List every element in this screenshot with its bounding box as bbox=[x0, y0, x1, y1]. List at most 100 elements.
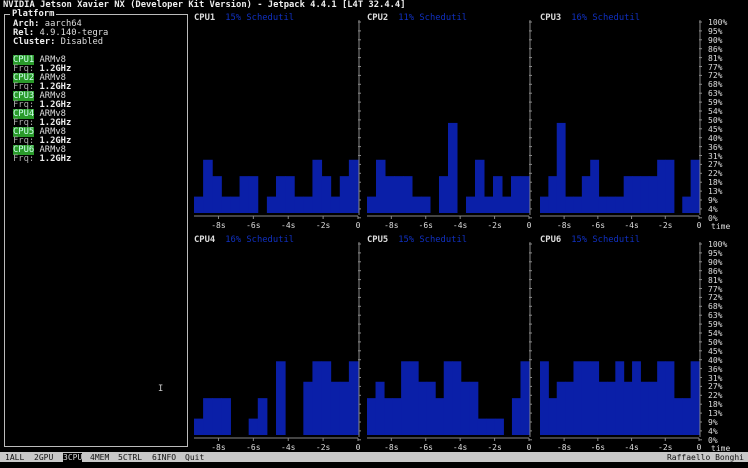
bottom-tab-bar: 1ALL 2GPU 3CPU 4MEM 5CTRL 6INFO Quit Raf… bbox=[0, 452, 748, 462]
y-tick-label: 86% bbox=[708, 44, 723, 54]
x-tick-label: -4s bbox=[453, 443, 468, 452]
cpu-graph-panel: CPU1 15% Schedutil -8s -6s -4s -2s 0 bbox=[192, 14, 362, 234]
usage-bar bbox=[615, 361, 625, 435]
cpu-graph-panel: CPU6 15% Schedutil -8s -6s -4s -2s 0 bbox=[538, 236, 703, 456]
usage-bar bbox=[426, 381, 436, 435]
usage-bar bbox=[665, 361, 675, 435]
usage-bar bbox=[421, 196, 431, 213]
tab-gpu[interactable]: 2GPU bbox=[34, 453, 53, 462]
y-tick-label: 9% bbox=[708, 418, 718, 427]
usage-bar bbox=[367, 398, 377, 435]
y-tick-label: 90% bbox=[708, 35, 723, 45]
usage-bar bbox=[392, 398, 402, 435]
y-tick-label: 45% bbox=[708, 346, 723, 356]
y-tick-label: 77% bbox=[708, 284, 723, 294]
x-tick-label: 0 bbox=[697, 221, 702, 230]
usage-bar bbox=[212, 176, 222, 213]
usage-bar bbox=[303, 196, 313, 213]
usage-bar bbox=[285, 176, 295, 213]
usage-bar bbox=[448, 122, 458, 213]
quit-button[interactable]: Quit bbox=[185, 453, 204, 462]
usage-bar bbox=[384, 398, 394, 435]
y-tick-label: 68% bbox=[708, 80, 723, 90]
usage-bar bbox=[375, 381, 385, 435]
y-tick-label: 81% bbox=[708, 53, 723, 63]
usage-bar bbox=[312, 361, 323, 435]
usage-bar bbox=[520, 361, 530, 435]
x-tick-label: -2s bbox=[316, 221, 331, 230]
usage-bar bbox=[494, 418, 504, 435]
usage-bar bbox=[339, 176, 350, 213]
usage-bar bbox=[548, 176, 558, 213]
y-tick-label: 22% bbox=[708, 169, 723, 179]
usage-bar bbox=[511, 398, 521, 435]
usage-bar bbox=[276, 176, 286, 213]
cpu-usage-chart: -8s -6s -4s -2s 0 bbox=[540, 20, 702, 230]
x-tick-label: -4s bbox=[624, 221, 639, 230]
y-tick-label: 72% bbox=[708, 71, 723, 81]
x-tick-label: -8s bbox=[211, 221, 226, 230]
usage-bar bbox=[540, 361, 549, 435]
x-tick-label: -2s bbox=[487, 221, 502, 230]
usage-bar bbox=[248, 418, 259, 435]
usage-bar bbox=[321, 176, 332, 213]
y-tick-label: 59% bbox=[708, 320, 723, 330]
frq-value: 1.2GHz bbox=[39, 154, 72, 164]
x-tick-label: -2s bbox=[658, 221, 673, 230]
y-tick-label: 100% bbox=[708, 240, 728, 249]
usage-bar bbox=[257, 398, 268, 435]
y-tick-label: 63% bbox=[708, 89, 723, 99]
x-tick-label: -2s bbox=[487, 443, 502, 452]
tab-ctrl[interactable]: 5CTRL bbox=[118, 453, 142, 462]
x-tick-label: -6s bbox=[419, 443, 434, 452]
usage-bar bbox=[452, 361, 462, 435]
usage-bar bbox=[640, 176, 650, 213]
usage-bar bbox=[548, 398, 558, 435]
x-tick-label: -6s bbox=[246, 221, 261, 230]
usage-bar bbox=[511, 176, 521, 213]
x-tick-label: -8s bbox=[384, 443, 399, 452]
y-tick-label: 95% bbox=[708, 248, 723, 258]
usage-bar bbox=[418, 381, 428, 435]
x-tick-label: -8s bbox=[557, 221, 572, 230]
usage-bar bbox=[221, 196, 231, 213]
text-cursor-icon: I bbox=[158, 384, 164, 394]
x-tick-label: 0 bbox=[697, 443, 702, 452]
cpu-usage-chart: -8s -6s -4s -2s 0 bbox=[367, 242, 532, 452]
usage-bar bbox=[435, 398, 445, 435]
usage-bar bbox=[330, 381, 341, 435]
usage-bar bbox=[303, 381, 313, 435]
usage-bar bbox=[484, 196, 494, 213]
x-tick-label: 0 bbox=[356, 221, 361, 230]
usage-bar bbox=[640, 381, 650, 435]
usage-bar bbox=[348, 159, 359, 213]
cpu-usage-chart: -8s -6s -4s -2s 0 bbox=[194, 20, 361, 230]
tab-all[interactable]: 1ALL bbox=[5, 453, 24, 462]
y-tick-label: 95% bbox=[708, 26, 723, 36]
usage-bar bbox=[194, 196, 204, 213]
y-tick-label: 86% bbox=[708, 266, 723, 276]
usage-bar bbox=[394, 176, 404, 213]
tab-info[interactable]: 6INFO bbox=[152, 453, 176, 462]
y-tick-label: 100% bbox=[708, 18, 728, 27]
y-tick-label: 4% bbox=[708, 426, 718, 436]
usage-bar bbox=[520, 176, 530, 213]
usage-bar bbox=[657, 361, 667, 435]
usage-bar bbox=[556, 122, 566, 213]
usage-bar bbox=[502, 196, 512, 213]
x-tick-label: -4s bbox=[281, 443, 296, 452]
tab-mem[interactable]: 4MEM bbox=[90, 453, 109, 462]
usage-bar bbox=[565, 196, 574, 213]
usage-bar bbox=[194, 418, 204, 435]
y-tick-label: 54% bbox=[708, 329, 723, 338]
y-tick-label: 63% bbox=[708, 311, 723, 321]
cluster-label: Cluster: bbox=[13, 37, 56, 47]
usage-bar bbox=[376, 159, 386, 213]
usage-bar bbox=[540, 196, 549, 213]
y-tick-label: 45% bbox=[708, 124, 723, 134]
cpu-graph-panel: CPU5 15% Schedutil -8s -6s -4s -2s 0 bbox=[365, 236, 533, 456]
usage-bar bbox=[239, 176, 250, 213]
cpu-graph-panel: CPU3 16% Schedutil -8s -6s -4s -2s 0 bbox=[538, 14, 703, 234]
tab-cpu[interactable]: 3CPU bbox=[63, 453, 83, 462]
usage-bar bbox=[230, 196, 241, 213]
